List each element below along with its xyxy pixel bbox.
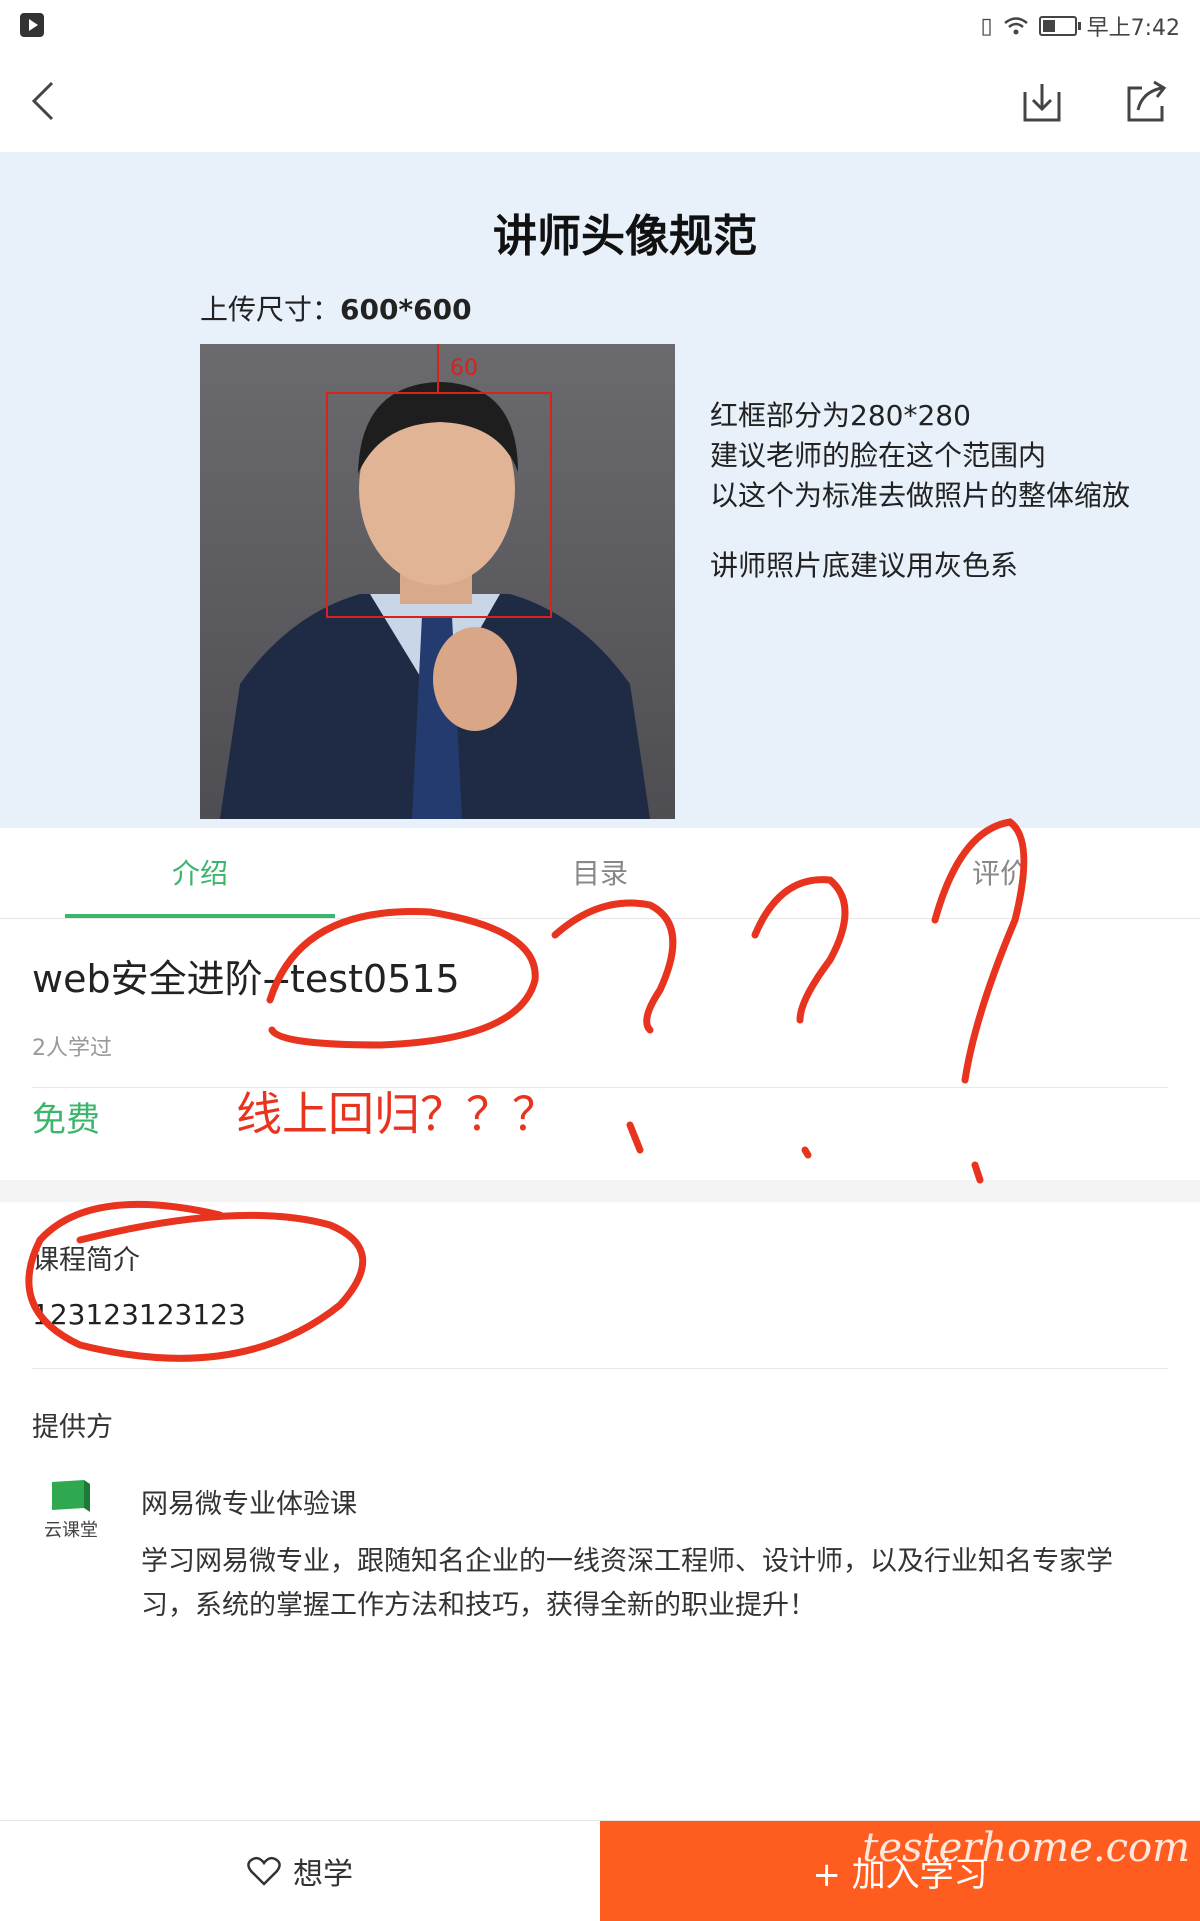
download-icon (1023, 84, 1061, 122)
provider-description: 学习网易微专业，跟随知名企业的一线资深工程师、设计师，以及行业知名专家学习，系统… (141, 1546, 1113, 1621)
banner-note: 红框部分为280*280 (710, 399, 971, 432)
wishlist-button[interactable]: 想学 (0, 1821, 600, 1921)
intro-text: 123123123123 (32, 1298, 246, 1331)
section-separator (0, 1180, 1200, 1202)
course-cover-banner: 讲师头像规范 上传尺寸：600*600 60 红框部分为280*280 建议老师… (0, 152, 1200, 828)
question-mark-annotation (751, 876, 849, 1159)
heart-icon (247, 1856, 281, 1886)
top-nav-bar (0, 50, 1200, 152)
tab-catalog[interactable]: 目录 (400, 828, 800, 918)
upload-size-value: 600*600 (340, 293, 472, 326)
learner-count: 2人学过 (32, 1036, 112, 1061)
banner-notes: 红框部分为280*280 建议老师的脸在这个范围内 以这个为标准去做照片的整体缩… (710, 396, 1130, 586)
face-guide-box (326, 392, 552, 618)
provider-logo-text: 云课堂 (44, 1520, 98, 1541)
download-button[interactable] (1013, 72, 1071, 130)
tab-reviews[interactable]: 评价 (800, 828, 1200, 918)
question-mark-annotation (551, 899, 677, 1154)
provider-logo[interactable]: 云课堂 (38, 1478, 104, 1544)
share-button[interactable] (1118, 72, 1176, 130)
vibrate-icon: ▯ (980, 13, 993, 39)
intro-heading: 课程简介 (32, 1245, 140, 1276)
course-price: 免费 (32, 1100, 100, 1140)
back-button[interactable] (14, 72, 72, 130)
detail-tabs: 介绍 目录 评价 (0, 828, 1200, 919)
status-time: 早上7:42 (1086, 16, 1180, 41)
media-app-icon (20, 13, 44, 37)
provider-name[interactable]: 网易微专业体验课 (141, 1482, 357, 1521)
lecturer-photo: 60 (200, 344, 675, 819)
course-title: web安全进阶--test0515 (32, 957, 460, 1001)
circle-annotation-intro (25, 1200, 367, 1362)
upload-size: 上传尺寸：600*600 (200, 288, 472, 328)
tab-intro[interactable]: 介绍 (0, 828, 400, 918)
banner-note: 讲师照片底建议用灰色系 (710, 549, 1019, 582)
share-icon (1127, 80, 1167, 122)
guide-line (437, 344, 439, 392)
annotation-text: 线上回归？？？ (236, 1087, 558, 1141)
banner-title: 讲师头像规范 (493, 211, 757, 262)
divider (32, 1368, 1168, 1369)
banner-note: 建议老师的脸在这个范围内 (710, 439, 1047, 472)
book-icon (52, 1480, 90, 1512)
site-watermark: testerhome.com (862, 1825, 1190, 1871)
wifi-icon (1003, 17, 1028, 35)
status-icons: ▯ 早上7:42 (980, 10, 1180, 42)
banner-note: 以这个为标准去做照片的整体缩放 (710, 479, 1131, 512)
divider (32, 1087, 1168, 1088)
wishlist-label: 想学 (293, 1857, 353, 1892)
status-bar: ▯ 早上7:42 (0, 0, 1200, 50)
guide-offset-label: 60 (450, 356, 478, 381)
active-tab-indicator (65, 914, 335, 918)
chevron-left-icon (31, 81, 54, 121)
provider-heading: 提供方 (32, 1412, 113, 1443)
battery-icon (1038, 16, 1081, 36)
upload-size-label: 上传尺寸： (200, 293, 341, 326)
